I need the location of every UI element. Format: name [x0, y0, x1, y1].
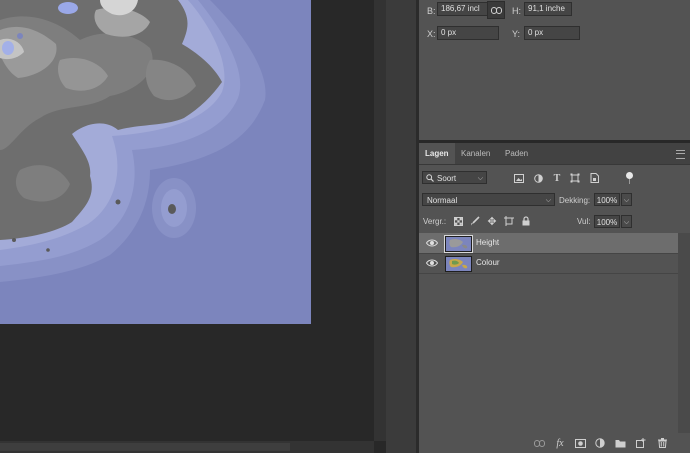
layer-filter-value: Soort — [437, 174, 457, 183]
layers-bottom-toolbar: fx — [419, 433, 690, 453]
layer-row-height[interactable]: Height — [419, 233, 678, 254]
layer-thumbnail — [444, 235, 473, 253]
layer-row-colour[interactable]: Colour — [419, 253, 678, 274]
chevron-down-icon: ⌵ — [477, 175, 483, 182]
lock-label: Vergr.: — [423, 217, 447, 226]
delete-layer-trash-icon[interactable] — [656, 437, 668, 449]
tab-layers[interactable]: Lagen — [419, 143, 455, 164]
lock-position-icon[interactable]: ✥ — [486, 215, 498, 228]
type-layer-filter-icon[interactable]: T — [551, 172, 563, 184]
fill-chevron-icon[interactable]: ⌵ — [621, 215, 632, 228]
width-label: B: — [427, 6, 436, 16]
filter-toggle-stem — [629, 179, 630, 184]
shape-layer-filter-icon[interactable] — [569, 172, 581, 184]
y-label: Y: — [512, 29, 521, 39]
lock-transparent-pixels-icon[interactable] — [452, 215, 464, 227]
tab-paths[interactable]: Paden — [499, 143, 534, 164]
heightmap-illustration — [0, 0, 311, 324]
smart-object-filter-icon[interactable] — [588, 172, 600, 184]
horizontal-scrollbar[interactable] — [0, 441, 374, 453]
y-field[interactable]: 0 px — [524, 26, 580, 40]
panel-dock-gap — [386, 0, 417, 453]
height-label: H: — [512, 6, 521, 16]
fill-label: Vul: — [577, 217, 591, 226]
vertical-scrollbar[interactable] — [374, 0, 386, 441]
new-adjustment-layer-icon[interactable] — [594, 437, 606, 449]
adjustment-layer-filter-icon[interactable] — [532, 172, 544, 184]
panel-menu-icon[interactable] — [676, 150, 685, 159]
x-field[interactable]: 0 px — [437, 26, 499, 40]
layers-panel: Lagen Kanalen Paden Soort ⌵ T Normaal ⌵ … — [419, 143, 690, 453]
pixel-layer-filter-icon[interactable] — [513, 172, 525, 184]
tab-channels[interactable]: Kanalen — [455, 143, 496, 164]
opacity-chevron-icon[interactable]: ⌵ — [621, 193, 632, 206]
x-label: X: — [427, 29, 436, 39]
eye-icon[interactable] — [426, 258, 438, 268]
document-canvas-area[interactable] — [0, 0, 374, 453]
opacity-field[interactable]: 100% — [594, 193, 620, 206]
blend-mode-value: Normaal — [427, 196, 458, 205]
height-field[interactable]: 91,1 inche — [524, 2, 572, 16]
lock-image-pixels-icon[interactable] — [469, 215, 481, 227]
fill-field[interactable]: 100% — [594, 215, 620, 228]
opacity-label: Dekking: — [559, 196, 591, 205]
horizontal-scroll-thumb[interactable] — [0, 443, 290, 451]
add-mask-icon[interactable] — [574, 437, 586, 449]
link-icon — [490, 6, 502, 14]
layers-scrollbar[interactable] — [678, 233, 690, 433]
layer-name: Height — [476, 238, 500, 247]
blend-mode-dropdown[interactable]: Normaal ⌵ — [422, 193, 555, 206]
lock-all-icon[interactable] — [520, 215, 532, 227]
filter-toggle-icon[interactable] — [626, 172, 633, 179]
new-group-folder-icon[interactable] — [614, 437, 626, 449]
layer-style-fx-icon[interactable]: fx — [554, 437, 566, 449]
layers-panel-tabs: Lagen Kanalen Paden — [419, 143, 690, 165]
layer-filter-dropdown[interactable]: Soort ⌵ — [422, 171, 487, 184]
link-dimensions-button[interactable] — [487, 1, 505, 19]
chevron-down-icon: ⌵ — [545, 197, 551, 204]
eye-icon[interactable] — [426, 238, 438, 248]
link-layers-icon[interactable] — [533, 437, 545, 449]
layer-name: Colour — [476, 258, 500, 267]
properties-panel: B: 186,67 incl H: 91,1 inche X: 0 px Y: … — [419, 0, 690, 140]
map-image[interactable] — [0, 0, 311, 324]
lock-artboard-icon[interactable] — [503, 215, 515, 227]
search-icon — [426, 174, 434, 182]
layer-thumbnail — [445, 256, 472, 272]
new-layer-icon[interactable] — [635, 437, 647, 449]
